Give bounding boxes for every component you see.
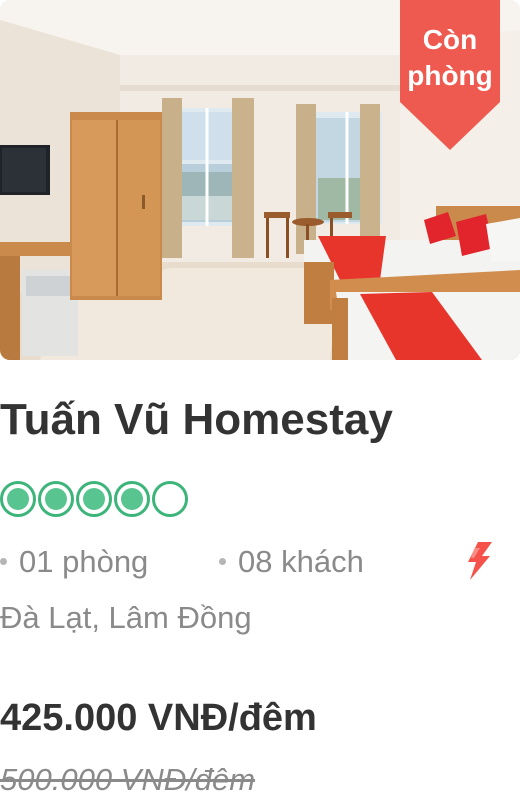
rating-bubble-filled bbox=[76, 481, 112, 517]
current-price: 425.000 VNĐ/đêm bbox=[0, 697, 317, 739]
rating-bubble-empty bbox=[152, 481, 188, 517]
availability-label-line1: Còn bbox=[422, 24, 478, 55]
listing-meta: 01 phòng 08 khách bbox=[0, 540, 520, 584]
room-count: 01 phòng bbox=[0, 540, 148, 584]
rating-bubble-filled bbox=[0, 481, 36, 517]
rating-bubble-filled bbox=[38, 481, 74, 517]
rating-bubble-filled bbox=[114, 481, 150, 517]
homestay-card[interactable]: Còn phòng Tuấn Vũ Homestay 01 phòng 08 k… bbox=[0, 0, 520, 800]
location-text: Đà Lạt, Lâm Đồng bbox=[0, 600, 252, 635]
flash-icon bbox=[462, 540, 496, 582]
availability-label: Còn phòng bbox=[400, 22, 500, 94]
guest-count: 08 khách bbox=[219, 540, 364, 584]
bullet-dot bbox=[219, 558, 226, 566]
room-count-text: 01 phòng bbox=[19, 544, 149, 579]
guest-count-text: 08 khách bbox=[238, 544, 364, 579]
availability-badge: Còn phòng bbox=[400, 0, 500, 150]
rating-bubbles bbox=[0, 481, 188, 519]
bullet-dot bbox=[0, 558, 7, 566]
homestay-title[interactable]: Tuấn Vũ Homestay bbox=[0, 390, 393, 450]
availability-label-line2: phòng bbox=[407, 60, 493, 91]
original-price: 500.000 VNĐ/đêm bbox=[0, 762, 256, 797]
